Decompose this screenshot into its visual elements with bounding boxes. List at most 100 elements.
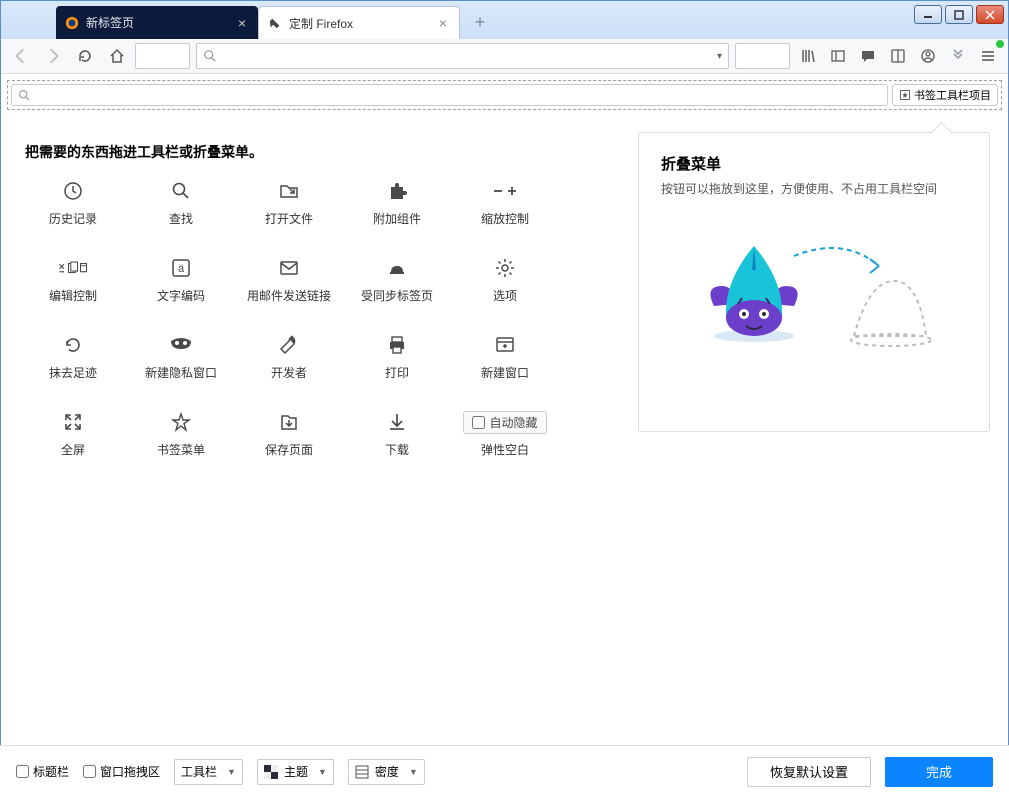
tab-label: 新标签页: [86, 14, 134, 31]
dropdown-caret-icon[interactable]: ▾: [717, 51, 722, 62]
palette-item-bookmarks-menu[interactable]: 书签菜单: [127, 405, 235, 464]
firefox-icon: [64, 15, 80, 31]
search-icon: [166, 180, 196, 202]
palette-item-find[interactable]: 查找: [127, 174, 235, 233]
palette-item-private[interactable]: 新建隐私窗口: [127, 328, 235, 387]
overflow-title: 折叠菜单: [661, 153, 967, 174]
tab-strip: 新标签页 × 定制 Firefox × +: [56, 1, 494, 39]
palette-item-developer[interactable]: 开发者: [235, 328, 343, 387]
palette-item-preferences[interactable]: 选项: [451, 251, 559, 310]
palette-item-label: 缩放控制: [481, 210, 529, 227]
palette-item-label: 全屏: [61, 441, 85, 458]
search-box[interactable]: [735, 43, 790, 69]
search-icon: [18, 89, 31, 102]
bookmarks-toolbar-items[interactable]: 书签工具栏项目: [892, 84, 998, 106]
palette-item-synced-tabs[interactable]: 受同步标签页: [343, 251, 451, 310]
palette-item-label: 弹性空白: [481, 441, 529, 458]
tab-newtab[interactable]: 新标签页 ×: [56, 6, 258, 39]
palette-item-save-page[interactable]: 保存页面: [235, 405, 343, 464]
back-button[interactable]: [7, 42, 35, 70]
customize-footer: 标题栏 窗口拖拽区 工具栏▼ 主题▼ 密度▼ 恢复默认设置 完成: [0, 745, 1009, 797]
sidebar-icon[interactable]: [824, 42, 852, 70]
reload-button[interactable]: [71, 42, 99, 70]
palette-item-email-link[interactable]: 用邮件发送链接: [235, 251, 343, 310]
star-icon: [166, 411, 196, 433]
palette-item-new-window[interactable]: 新建窗口: [451, 328, 559, 387]
density-icon: [355, 765, 369, 779]
small-box[interactable]: [135, 43, 190, 69]
autohide-checkbox[interactable]: 自动隐藏: [463, 411, 546, 434]
chevron-down-icon: ▼: [318, 767, 327, 777]
window-controls: [914, 5, 1004, 24]
mail-icon: [274, 257, 304, 279]
palette-item-label: 查找: [169, 210, 193, 227]
window-icon: [490, 334, 520, 356]
palette-item-label: 编辑控制: [49, 287, 97, 304]
themes-dropdown[interactable]: 主题▼: [257, 759, 334, 785]
gear-icon: [490, 257, 520, 279]
palette-item-downloads[interactable]: 下载: [343, 405, 451, 464]
library-icon[interactable]: [794, 42, 822, 70]
undo-icon: [58, 334, 88, 356]
restore-defaults-button[interactable]: 恢复默认设置: [747, 757, 871, 787]
customize-main: 把需要的东西拖进工具栏或折叠菜单。 历史记录查找打开文件附加组件缩放控制编辑控制…: [1, 116, 1008, 474]
forward-button[interactable]: [39, 42, 67, 70]
palette-item-label: 开发者: [271, 364, 307, 381]
save-icon: [274, 411, 304, 433]
palette-item-label: 受同步标签页: [361, 287, 433, 304]
dragspace-checkbox[interactable]: 窗口拖拽区: [83, 763, 160, 780]
url-bar[interactable]: ▾: [196, 43, 729, 69]
brush-icon: [267, 15, 283, 31]
synced-icon: [382, 257, 412, 279]
done-button[interactable]: 完成: [885, 757, 993, 787]
palette-item-label: 打印: [385, 364, 409, 381]
palette-item-edit[interactable]: 编辑控制: [19, 251, 127, 310]
theme-swatch-icon: [264, 765, 278, 779]
tab-customize[interactable]: 定制 Firefox ×: [258, 6, 460, 39]
chevron-down-icon: ▼: [227, 767, 236, 777]
palette-item-zoom[interactable]: 缩放控制: [451, 174, 559, 233]
nav-toolbar: ▾: [1, 39, 1008, 74]
palette-item-label: 打开文件: [265, 210, 313, 227]
palette-item-open-file[interactable]: 打开文件: [235, 174, 343, 233]
expand-icon: [58, 411, 88, 433]
palette-item-fullscreen[interactable]: 全屏: [19, 405, 127, 464]
search-icon: [203, 49, 217, 63]
minimize-button[interactable]: [914, 5, 942, 24]
toolbars-dropdown[interactable]: 工具栏▼: [174, 759, 243, 785]
close-button[interactable]: [976, 5, 1004, 24]
zoom-icon: [490, 180, 520, 202]
bookmarks-toolbar-dropzone[interactable]: 书签工具栏项目: [7, 80, 1002, 110]
wrench-icon: [274, 334, 304, 356]
newtab-button[interactable]: +: [466, 8, 494, 36]
menu-icon[interactable]: [974, 42, 1002, 70]
star-icon: [899, 89, 911, 101]
bookmarks-toolbar-label: 书签工具栏项目: [914, 87, 991, 103]
overflow-illustration: [661, 226, 967, 366]
palette-item-flexible-space[interactable]: 自动隐藏弹性空白: [451, 405, 559, 464]
account-icon[interactable]: [914, 42, 942, 70]
close-icon[interactable]: ×: [435, 15, 451, 31]
bookmarks-search-placeholder: [11, 84, 888, 106]
palette-item-label: 附加组件: [373, 210, 421, 227]
palette-item-forget[interactable]: 抹去足迹: [19, 328, 127, 387]
svg-text:ä: ä: [178, 263, 185, 275]
titlebar-checkbox[interactable]: 标题栏: [16, 763, 69, 780]
overflow-icon[interactable]: [944, 42, 972, 70]
reader-icon[interactable]: [884, 42, 912, 70]
home-button[interactable]: [103, 42, 131, 70]
edit-icon: [58, 257, 88, 279]
overflow-panel[interactable]: 折叠菜单 按钮可以拖放到这里，方便使用、不占用工具栏空间: [638, 132, 990, 432]
palette-item-label: 保存页面: [265, 441, 313, 458]
close-icon[interactable]: ×: [234, 15, 250, 31]
palette-item-addons[interactable]: 附加组件: [343, 174, 451, 233]
print-icon: [382, 334, 412, 356]
palette-item-history[interactable]: 历史记录: [19, 174, 127, 233]
density-dropdown[interactable]: 密度▼: [348, 759, 425, 785]
folder-icon: [274, 180, 304, 202]
palette-item-encoding[interactable]: ä文字编码: [127, 251, 235, 310]
puzzle-icon: [382, 180, 412, 202]
maximize-button[interactable]: [945, 5, 973, 24]
palette-item-print[interactable]: 打印: [343, 328, 451, 387]
chat-icon[interactable]: [854, 42, 882, 70]
